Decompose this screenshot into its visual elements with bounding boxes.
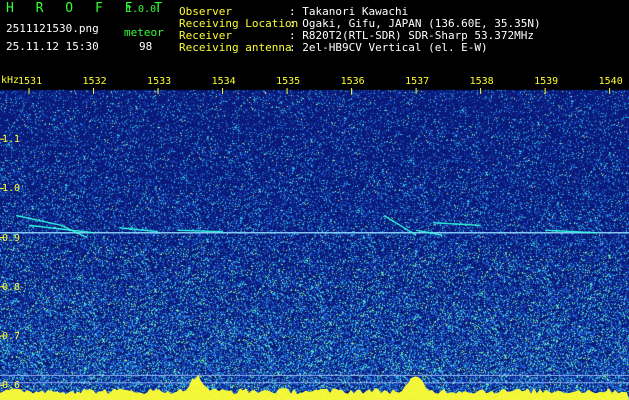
x-tick-label: 1539 [534,76,559,87]
file-name: 2511121530.png [6,22,99,35]
y-tick-label: 0.9 [2,232,21,244]
signal-strength-strip [0,374,629,400]
y-axis-unit: kHz [1,75,20,86]
meteor-echo [435,222,481,227]
y-tick-label: 0.7 [2,331,21,343]
meteor-count: 98 [139,40,153,53]
x-tick-label: 1540 [598,76,623,87]
x-tick-label: 1535 [276,76,301,87]
header-panel: H R O F F T 1.0.0 2511121530.png meteor … [0,0,629,62]
meteor-echo [177,229,223,233]
meteor-echo [28,224,94,234]
x-tick-label: 1536 [340,76,365,87]
meteor-echo [15,214,62,227]
info-value-antenna: : 2el-HB9CV Vertical (el. E-W) [289,41,488,54]
info-label-antenna: Receiving antenna [179,41,292,54]
spectrogram-overlay [0,88,629,400]
x-tick-label: 1533 [147,76,172,87]
x-tick-label: 1537 [405,76,430,87]
date-time: 25.11.12 15:30 [6,40,99,53]
y-tick-label: 1.0 [2,183,21,195]
app-version: 1.0.0 [126,4,157,15]
mode-label: meteor [124,26,164,39]
x-tick-label: 1532 [82,76,107,87]
spectrogram-panel: kHz 1531 1532 1533 1534 1535 1536 1537 1538 1539… [0,72,629,400]
x-tick-label: 1538 [469,76,494,87]
meteor-echo [119,227,159,233]
y-tick-label: 0.8 [2,281,21,293]
x-tick-label: 1534 [211,76,236,87]
y-tick-label: 1.1 [2,134,21,146]
y-tick-label: 0.6 [2,380,21,392]
x-tick-label: 1531 [18,76,43,87]
